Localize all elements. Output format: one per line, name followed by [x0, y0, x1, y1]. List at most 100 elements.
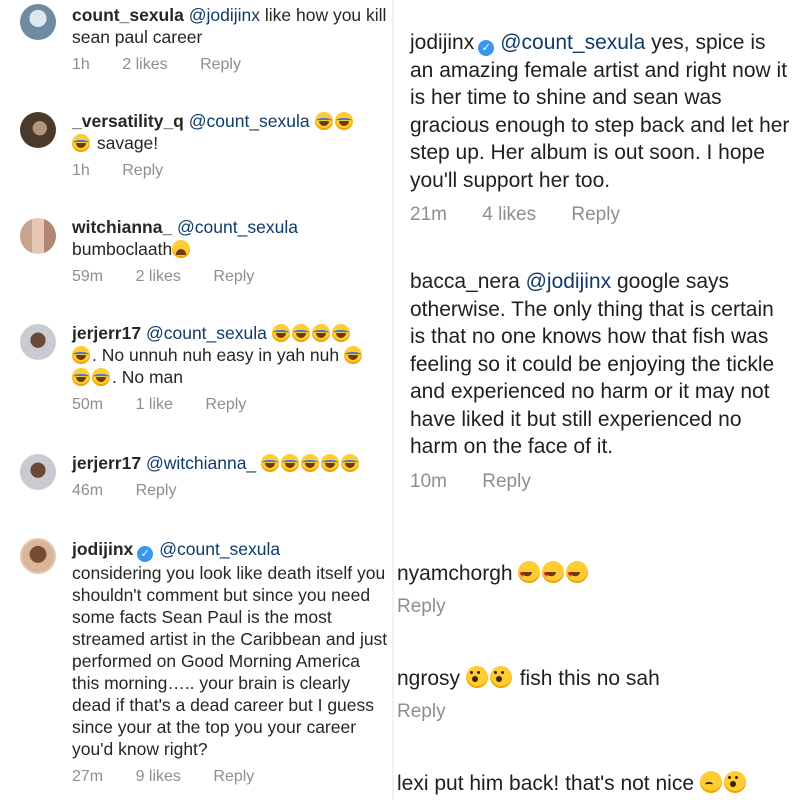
- reply-button[interactable]: Reply: [205, 396, 246, 413]
- verified-badge-icon: ✓: [478, 40, 495, 56]
- comment-text: jodijinx ✓ @count_sexula considering you l…: [72, 538, 388, 760]
- reply-button[interactable]: Reply: [482, 471, 531, 492]
- comment-likes[interactable]: 2 likes: [122, 56, 167, 73]
- comment-username[interactable]: jodijinx: [410, 31, 474, 54]
- comment-username[interactable]: witchianna_: [72, 217, 172, 237]
- comment-text: lexi put him back! that's not nice: [397, 770, 794, 798]
- comment-username[interactable]: jerjerr17: [72, 323, 141, 343]
- unamused-emoji-icon: [699, 771, 722, 793]
- verified-badge-icon: ✓: [137, 546, 154, 562]
- comment-meta: Reply: [397, 596, 794, 618]
- comment-meta: 1h Reply: [72, 162, 388, 180]
- comment-mention[interactable]: @count_sexula: [159, 539, 280, 559]
- comment-time: 59m: [72, 268, 104, 285]
- reply-button[interactable]: Reply: [136, 482, 177, 499]
- comment-mention[interactable]: @jodijinx: [526, 270, 612, 293]
- laughing-emoji-icon: [92, 368, 110, 386]
- comment-time: 50m: [72, 396, 104, 413]
- laughing-emoji-icon: [281, 454, 300, 472]
- comment: ngrosy fish this no sah Reply: [397, 665, 794, 723]
- comment-mention[interactable]: @jodijinx: [189, 5, 260, 25]
- avatar[interactable]: [20, 324, 56, 360]
- laughing-emoji-icon: [72, 134, 90, 152]
- comment-body: google says otherwise. The only thing th…: [410, 270, 775, 458]
- reply-button[interactable]: Reply: [397, 701, 446, 722]
- comment-time: 1h: [72, 56, 90, 73]
- reply-button[interactable]: Reply: [397, 596, 446, 617]
- comment-text: _versatility_q @count_sexula savage!: [72, 110, 388, 154]
- laughing-emoji-icon: [314, 112, 333, 130]
- comment-time: 21m: [410, 204, 447, 225]
- comment-mention[interactable]: @count_sexula: [189, 111, 310, 131]
- comment-meta: 46m Reply: [72, 482, 388, 500]
- comment-time: 1h: [72, 162, 90, 179]
- right-comment-column: jodijinx ✓ @count_sexula yes, spice is an …: [395, 0, 800, 800]
- comment-meta: 59m 2 likes Reply: [72, 268, 388, 286]
- comment-likes[interactable]: 1 like: [136, 396, 173, 413]
- comment-meta: 1h 2 likes Reply: [72, 56, 388, 74]
- avatar[interactable]: [20, 4, 56, 40]
- laughing-emoji-icon: [72, 368, 90, 386]
- tired-face-emoji-icon: [172, 240, 191, 258]
- astonished-emoji-icon: [465, 666, 488, 688]
- pleading-emoji-icon: [723, 771, 746, 793]
- laughing-emoji-icon: [291, 324, 310, 342]
- comment-username[interactable]: ngrosy: [397, 667, 460, 690]
- comment-mention[interactable]: @witchianna_: [146, 453, 256, 473]
- comment: nyamchorgh Reply: [397, 560, 794, 618]
- comment-text: nyamchorgh: [397, 560, 794, 589]
- comment-mention[interactable]: @count_sexula: [500, 31, 645, 54]
- comment-text: ngrosy fish this no sah: [397, 665, 794, 693]
- comment-mention[interactable]: @count_sexula: [146, 323, 267, 343]
- avatar[interactable]: [20, 454, 56, 490]
- comment-likes[interactable]: 4 likes: [482, 204, 536, 225]
- reply-button[interactable]: Reply: [571, 204, 620, 225]
- comment-body: . No unnuh nuh easy in yah nuh: [92, 345, 344, 365]
- comment-body: considering you look like death itself y…: [72, 563, 388, 759]
- comment-meta: 50m 1 like Reply: [72, 396, 388, 414]
- comment-text: jerjerr17 @witchianna_: [72, 452, 388, 474]
- reply-button[interactable]: Reply: [213, 768, 254, 785]
- laughing-emoji-icon: [301, 454, 320, 472]
- comment-likes[interactable]: 2 likes: [136, 268, 181, 285]
- comment-username[interactable]: jodijinx: [72, 539, 133, 559]
- laughing-emoji-icon: [331, 324, 350, 342]
- comment-username[interactable]: count_sexula: [72, 5, 184, 25]
- avatar[interactable]: [20, 218, 56, 254]
- comment-time: 46m: [72, 482, 104, 499]
- laughing-emoji-icon: [334, 112, 353, 130]
- laughing-emoji-icon: [341, 454, 360, 472]
- astonished-emoji-icon: [489, 666, 512, 688]
- comment-text: bacca_nera @jodijinx google says otherwi…: [410, 268, 794, 461]
- comment-body: yes, spice is an amazing female artist a…: [410, 31, 790, 192]
- comment-mention[interactable]: @count_sexula: [177, 217, 298, 237]
- comment-meta: 21m 4 likes Reply: [410, 204, 794, 226]
- comment-text: jerjerr17 @count_sexula . No unnuh nuh e…: [72, 322, 388, 388]
- comment-text: witchianna_ @count_sexula bumboclaath: [72, 216, 388, 260]
- comment-body: put him back! that's not nice: [428, 772, 700, 795]
- comment-body: bumboclaath: [72, 239, 173, 259]
- reply-button[interactable]: Reply: [122, 162, 163, 179]
- laughing-emoji-icon: [271, 324, 290, 342]
- heart-eyes-emoji-icon: [542, 561, 565, 589]
- reply-button[interactable]: Reply: [200, 56, 241, 73]
- avatar[interactable]: [20, 538, 56, 574]
- comment-username[interactable]: jerjerr17: [72, 453, 141, 473]
- laughing-emoji-icon: [261, 454, 280, 472]
- heart-eyes-emoji-icon: [566, 561, 589, 589]
- comment-time: 27m: [72, 768, 104, 785]
- comment-username[interactable]: nyamchorgh: [397, 562, 513, 585]
- comment-meta: 10m Reply: [410, 471, 794, 493]
- avatar[interactable]: [20, 112, 56, 148]
- left-comment-column: count_sexula @jodijinx like how you kill…: [0, 0, 394, 800]
- comment-username[interactable]: lexi: [397, 772, 429, 795]
- comment-username[interactable]: bacca_nera: [410, 270, 520, 293]
- comment-body: fish this no sah: [513, 667, 660, 690]
- comment-username[interactable]: _versatility_q: [72, 111, 184, 131]
- comment-text: count_sexula @jodijinx like how you kill…: [72, 4, 388, 48]
- laughing-emoji-icon: [311, 324, 330, 342]
- comment: bacca_nera @jodijinx google says otherwi…: [410, 268, 794, 493]
- comment-likes[interactable]: 9 likes: [136, 768, 181, 785]
- comment-time: 10m: [410, 470, 447, 492]
- reply-button[interactable]: Reply: [213, 268, 254, 285]
